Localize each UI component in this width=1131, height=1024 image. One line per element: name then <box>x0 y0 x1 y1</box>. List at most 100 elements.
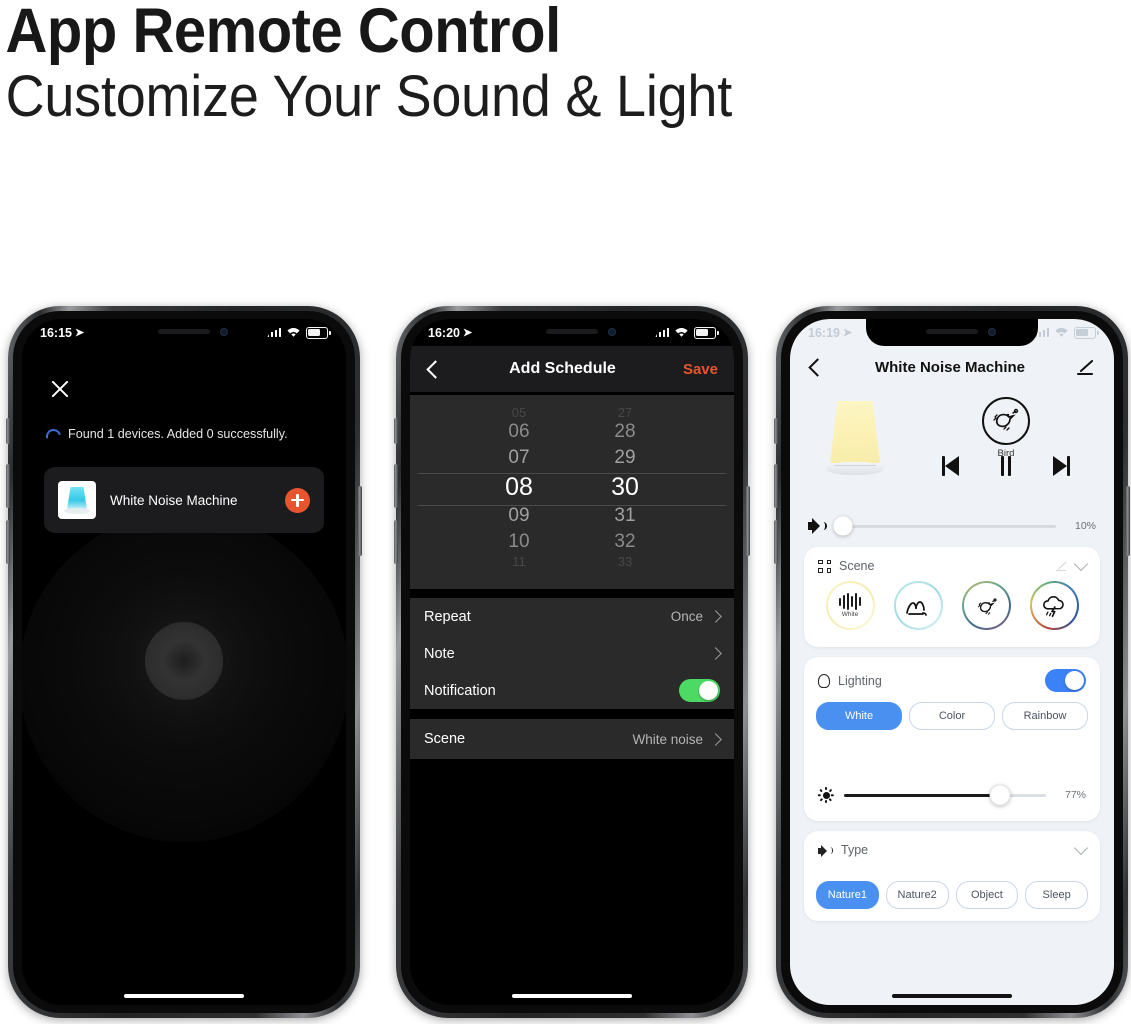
lighting-toggle[interactable] <box>1045 669 1086 692</box>
picker-item[interactable]: 28 <box>614 419 635 445</box>
add-device-button[interactable] <box>285 487 310 513</box>
speaker-icon <box>818 844 833 857</box>
edit-pencil-icon[interactable] <box>1056 560 1068 572</box>
save-button[interactable]: Save <box>683 361 718 378</box>
volume-up-button <box>6 464 10 508</box>
pause-button[interactable] <box>992 453 1020 479</box>
volume-knob[interactable] <box>833 516 853 536</box>
home-indicator[interactable] <box>892 993 1012 998</box>
schedule-options-group: Repeat Once Note Notification <box>410 598 734 709</box>
brightness-knob[interactable] <box>989 784 1011 806</box>
nav-title: White Noise Machine <box>874 358 1026 376</box>
scene-item-inner <box>963 583 1009 628</box>
scene-item-thunder[interactable] <box>1029 581 1079 630</box>
chip-object[interactable]: Object <box>955 881 1019 909</box>
picker-item[interactable]: 06 <box>508 419 529 445</box>
scene-item-wave[interactable] <box>893 581 943 630</box>
picker-item[interactable]: 11 <box>512 555 526 568</box>
scene-item-white[interactable]: White <box>825 581 875 630</box>
chip-sleep[interactable]: Sleep <box>1025 881 1088 909</box>
location-arrow-icon: ➤ <box>74 327 85 339</box>
volume-down-button <box>6 520 10 564</box>
phone-mockup-device-control: 16:19 ➤ White Noise Machine Bird 10% Sce… <box>774 306 1130 1018</box>
picker-item[interactable]: 09 <box>508 503 529 529</box>
row-notification[interactable]: Notification <box>410 672 734 709</box>
chip-nature1[interactable]: Nature1 <box>816 881 879 909</box>
volume-up-button <box>394 464 398 508</box>
lamp-thumbnail-icon <box>58 481 96 519</box>
close-icon[interactable] <box>48 377 72 401</box>
home-indicator[interactable] <box>512 993 632 998</box>
minute-column[interactable]: 27 28 29 30 31 32 33 <box>596 406 654 568</box>
picker-item[interactable]: 33 <box>618 555 632 568</box>
volume-down-button <box>394 520 398 564</box>
chevron-down-icon[interactable] <box>1073 840 1089 856</box>
transport-controls <box>920 453 1092 479</box>
picker-item[interactable]: 07 <box>508 445 529 471</box>
battery-icon <box>1074 326 1099 339</box>
chip-nature2[interactable]: Nature2 <box>885 881 949 909</box>
phone-mockup-pairing: 16:15 ➤ Found 1 devices. Added 0 success… <box>6 306 362 1018</box>
scene-card: Scene White <box>804 547 1100 647</box>
power-button <box>746 486 750 556</box>
picker-item[interactable]: 31 <box>614 503 635 529</box>
hero-heading-block: App Remote Control Customize Your Sound … <box>0 0 1131 126</box>
hour-column[interactable]: 05 06 07 08 09 10 11 <box>490 406 548 568</box>
notch <box>486 319 658 346</box>
picker-item[interactable]: 29 <box>614 445 635 471</box>
scene-list: White <box>804 573 1100 630</box>
add-schedule-screen: 16:20 ➤ Add Schedule Save 05 06 07 08 09… <box>410 319 734 1005</box>
row-repeat[interactable]: Repeat Once <box>410 598 734 635</box>
mute-switch <box>6 418 10 444</box>
front-camera <box>608 328 616 336</box>
scene-card-header: Scene <box>804 547 1100 573</box>
notch <box>866 319 1038 346</box>
picker-item[interactable]: 27 <box>618 406 632 419</box>
bird-icon[interactable] <box>982 397 1030 445</box>
brightness-slider[interactable] <box>844 784 1046 806</box>
white-noise-bars-icon <box>839 593 861 610</box>
picker-item[interactable]: 32 <box>614 529 635 555</box>
scene-card-title: Scene <box>839 559 875 573</box>
scene-item-inner <box>1031 583 1077 628</box>
scene-item-bird[interactable] <box>961 581 1011 630</box>
previous-track-button[interactable] <box>938 453 966 479</box>
battery-icon <box>694 326 719 339</box>
status-time: 16:20 <box>428 325 460 340</box>
chip-rainbow[interactable]: Rainbow <box>1002 702 1088 730</box>
mute-switch <box>774 418 778 444</box>
row-scene[interactable]: Scene White noise <box>410 719 734 759</box>
status-time: 16:15 <box>40 325 72 340</box>
power-button <box>358 486 362 556</box>
chip-white[interactable]: White <box>816 702 902 730</box>
phone-mockup-schedule: 16:20 ➤ Add Schedule Save 05 06 07 08 09… <box>394 306 750 1018</box>
phone-screen: 16:15 ➤ Found 1 devices. Added 0 success… <box>22 319 346 1005</box>
notification-toggle[interactable] <box>679 679 720 702</box>
picker-item[interactable]: 05 <box>512 406 526 419</box>
chevron-down-icon[interactable] <box>1073 556 1089 572</box>
edit-pencil-icon[interactable] <box>1076 357 1096 377</box>
row-label: Note <box>424 645 455 662</box>
radar-scan-animation <box>22 512 346 842</box>
scene-item-caption: White <box>841 611 859 618</box>
lamp-shade <box>830 401 880 463</box>
current-sound[interactable]: Bird <box>975 397 1037 459</box>
page-title: App Remote Control <box>5 0 562 66</box>
nav-bar: White Noise Machine <box>790 346 1114 388</box>
nav-title: Add Schedule <box>509 360 616 377</box>
picker-item-selected[interactable]: 30 <box>611 471 639 503</box>
home-indicator[interactable] <box>124 993 244 998</box>
discovered-device-row[interactable]: White Noise Machine <box>44 467 324 533</box>
chip-color[interactable]: Color <box>909 702 995 730</box>
picker-item-selected[interactable]: 08 <box>505 471 533 503</box>
location-arrow-icon: ➤ <box>462 327 473 339</box>
nav-bar: Add Schedule Save <box>410 346 734 392</box>
row-note[interactable]: Note <box>410 635 734 672</box>
time-picker[interactable]: 05 06 07 08 09 10 11 27 28 29 30 31 32 3… <box>410 395 734 589</box>
scene-item-inner <box>895 583 941 628</box>
warm-lamp-icon <box>826 401 884 479</box>
volume-slider[interactable] <box>833 516 1056 536</box>
status-bar-left: 16:15 ➤ <box>40 326 84 340</box>
picker-item[interactable]: 10 <box>508 529 529 555</box>
next-track-button[interactable] <box>1046 453 1074 479</box>
